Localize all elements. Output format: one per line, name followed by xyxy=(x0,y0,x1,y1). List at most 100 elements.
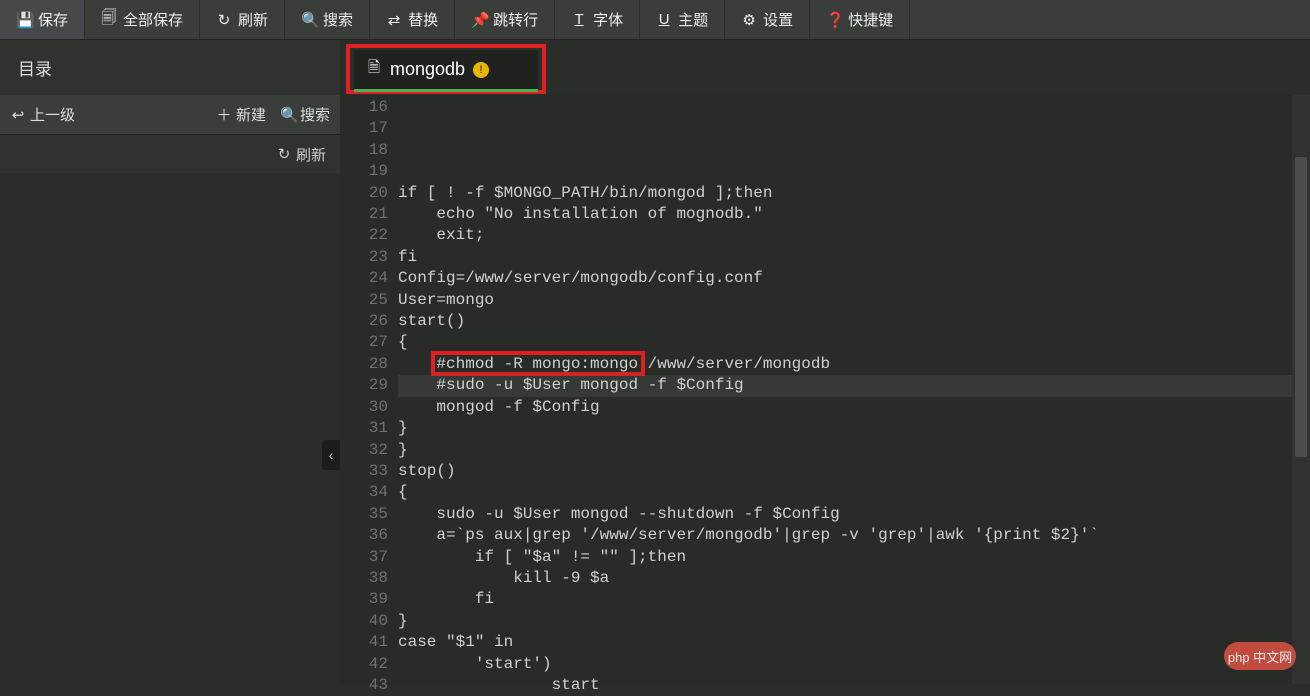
code-line[interactable]: fi xyxy=(398,589,1292,610)
line-number: 42 xyxy=(340,654,398,675)
search-label: 搜索 xyxy=(323,9,353,30)
search-icon: 🔍 xyxy=(301,11,317,29)
theme-button[interactable]: U 主题 xyxy=(640,0,725,39)
code-line[interactable]: case "$1" in xyxy=(398,632,1292,653)
save-all-icon: 🗐 xyxy=(101,7,117,32)
refresh-icon: ↻ xyxy=(216,11,232,29)
shortcuts-label: 快捷键 xyxy=(848,9,893,30)
line-number: 18 xyxy=(340,140,398,161)
code-line[interactable]: echo "No installation of mognodb." xyxy=(398,204,1292,225)
theme-icon: U xyxy=(656,11,672,28)
code-line[interactable]: 'start') xyxy=(398,654,1292,675)
line-number: 22 xyxy=(340,225,398,246)
line-number: 29 xyxy=(340,375,398,396)
shortcuts-button[interactable]: ❓ 快捷键 xyxy=(810,0,910,39)
font-button[interactable]: T 字体 xyxy=(555,0,640,39)
code-line[interactable]: if [ ! -f $MONGO_PATH/bin/mongod ];then xyxy=(398,183,1292,204)
code-editor[interactable]: 1617181920212223242526272829303132333435… xyxy=(340,95,1292,684)
font-label: 字体 xyxy=(593,9,623,30)
new-button[interactable]: ＋ 新建 xyxy=(216,104,266,125)
code-content[interactable]: if [ ! -f $MONGO_PATH/bin/mongod ];then … xyxy=(398,95,1292,684)
code-line[interactable]: Config=/www/server/mongodb/config.conf xyxy=(398,268,1292,289)
code-line[interactable]: if [ "$a" != "" ];then xyxy=(398,547,1292,568)
line-number: 16 xyxy=(340,97,398,118)
line-number: 39 xyxy=(340,589,398,610)
sidebar-search-button[interactable]: 🔍 搜索 xyxy=(280,104,330,125)
line-number: 33 xyxy=(340,461,398,482)
tab-bar: 🗎 mongodb ! xyxy=(340,40,1310,95)
line-number: 20 xyxy=(340,183,398,204)
line-number: 43 xyxy=(340,675,398,696)
save-all-button[interactable]: 🗐 全部保存 xyxy=(85,0,200,39)
line-number: 41 xyxy=(340,632,398,653)
vertical-scrollbar[interactable] xyxy=(1292,95,1310,684)
goto-line-button[interactable]: 📌 跳转行 xyxy=(455,0,555,39)
gear-icon: ⚙ xyxy=(741,11,757,29)
line-number: 17 xyxy=(340,118,398,139)
code-line[interactable]: { xyxy=(398,482,1292,503)
save-all-label: 全部保存 xyxy=(123,9,183,30)
line-number: 25 xyxy=(340,290,398,311)
line-number: 40 xyxy=(340,611,398,632)
up-level-button[interactable]: ↩ 上一级 xyxy=(10,104,75,125)
code-line[interactable]: mongod -f $Config xyxy=(398,397,1292,418)
save-label: 保存 xyxy=(38,9,68,30)
code-line[interactable]: #chmod -R mongo:mongo /www/server/mongod… xyxy=(398,354,1292,375)
theme-label: 主题 xyxy=(678,9,708,30)
tab-mongodb[interactable]: 🗎 mongodb ! xyxy=(354,50,538,92)
modified-badge-icon: ! xyxy=(473,62,489,78)
tab-filename: mongodb xyxy=(390,59,465,80)
line-number: 24 xyxy=(340,268,398,289)
line-number: 31 xyxy=(340,418,398,439)
line-number: 30 xyxy=(340,397,398,418)
scrollbar-thumb[interactable] xyxy=(1295,157,1307,457)
pin-icon: 📌 xyxy=(471,11,487,29)
font-icon: T xyxy=(571,11,587,28)
up-level-label: 上一级 xyxy=(30,104,75,125)
editor-main: ‹ 🗎 mongodb ! 16171819202122232425262728… xyxy=(340,40,1310,684)
code-line[interactable]: User=mongo xyxy=(398,290,1292,311)
sidebar-actions: ↩ 上一级 ＋ 新建 🔍 搜索 xyxy=(0,95,340,135)
line-number-gutter: 1617181920212223242526272829303132333435… xyxy=(340,95,398,684)
line-number: 23 xyxy=(340,247,398,268)
line-number: 28 xyxy=(340,354,398,375)
refresh-button[interactable]: ↻ 刷新 xyxy=(200,0,285,39)
code-line[interactable]: } xyxy=(398,611,1292,632)
code-line[interactable]: sudo -u $User mongod --shutdown -f $Conf… xyxy=(398,504,1292,525)
search-button[interactable]: 🔍 搜索 xyxy=(285,0,370,39)
goto-label: 跳转行 xyxy=(493,9,538,30)
sidebar-title: 目录 xyxy=(0,40,340,95)
sidebar: 目录 ↩ 上一级 ＋ 新建 🔍 搜索 ↻ 刷新 xyxy=(0,40,340,684)
code-line[interactable]: fi xyxy=(398,247,1292,268)
sidebar-refresh-button[interactable]: ↻ 刷新 xyxy=(0,135,340,173)
code-line[interactable]: #sudo -u $User mongod -f $Config xyxy=(398,375,1292,396)
code-line[interactable]: a=`ps aux|grep '/www/server/mongodb'|gre… xyxy=(398,525,1292,546)
line-number: 37 xyxy=(340,547,398,568)
main-toolbar: 💾 保存 🗐 全部保存 ↻ 刷新 🔍 搜索 ⇄ 替换 📌 跳转行 T 字体 U … xyxy=(0,0,1310,40)
settings-label: 设置 xyxy=(763,9,793,30)
code-line[interactable]: } xyxy=(398,418,1292,439)
line-number: 38 xyxy=(340,568,398,589)
settings-button[interactable]: ⚙ 设置 xyxy=(725,0,810,39)
line-number: 36 xyxy=(340,525,398,546)
replace-icon: ⇄ xyxy=(386,11,402,29)
code-line[interactable]: stop() xyxy=(398,461,1292,482)
line-number: 35 xyxy=(340,504,398,525)
up-arrow-icon: ↩ xyxy=(10,106,26,124)
save-button[interactable]: 💾 保存 xyxy=(0,0,85,39)
code-line[interactable]: exit; xyxy=(398,225,1292,246)
refresh-icon: ↻ xyxy=(276,145,292,163)
refresh-label: 刷新 xyxy=(238,9,268,30)
php-watermark: php 中文网 xyxy=(1224,642,1296,670)
code-line[interactable]: start xyxy=(398,675,1292,696)
line-number: 34 xyxy=(340,482,398,503)
code-line[interactable]: start() xyxy=(398,311,1292,332)
code-line[interactable]: } xyxy=(398,440,1292,461)
code-line[interactable]: { xyxy=(398,332,1292,353)
save-icon: 💾 xyxy=(16,11,32,29)
search-icon: 🔍 xyxy=(280,106,296,124)
collapse-sidebar-button[interactable]: ‹ xyxy=(322,440,340,470)
code-line[interactable]: kill -9 $a xyxy=(398,568,1292,589)
replace-button[interactable]: ⇄ 替换 xyxy=(370,0,455,39)
replace-label: 替换 xyxy=(408,9,438,30)
